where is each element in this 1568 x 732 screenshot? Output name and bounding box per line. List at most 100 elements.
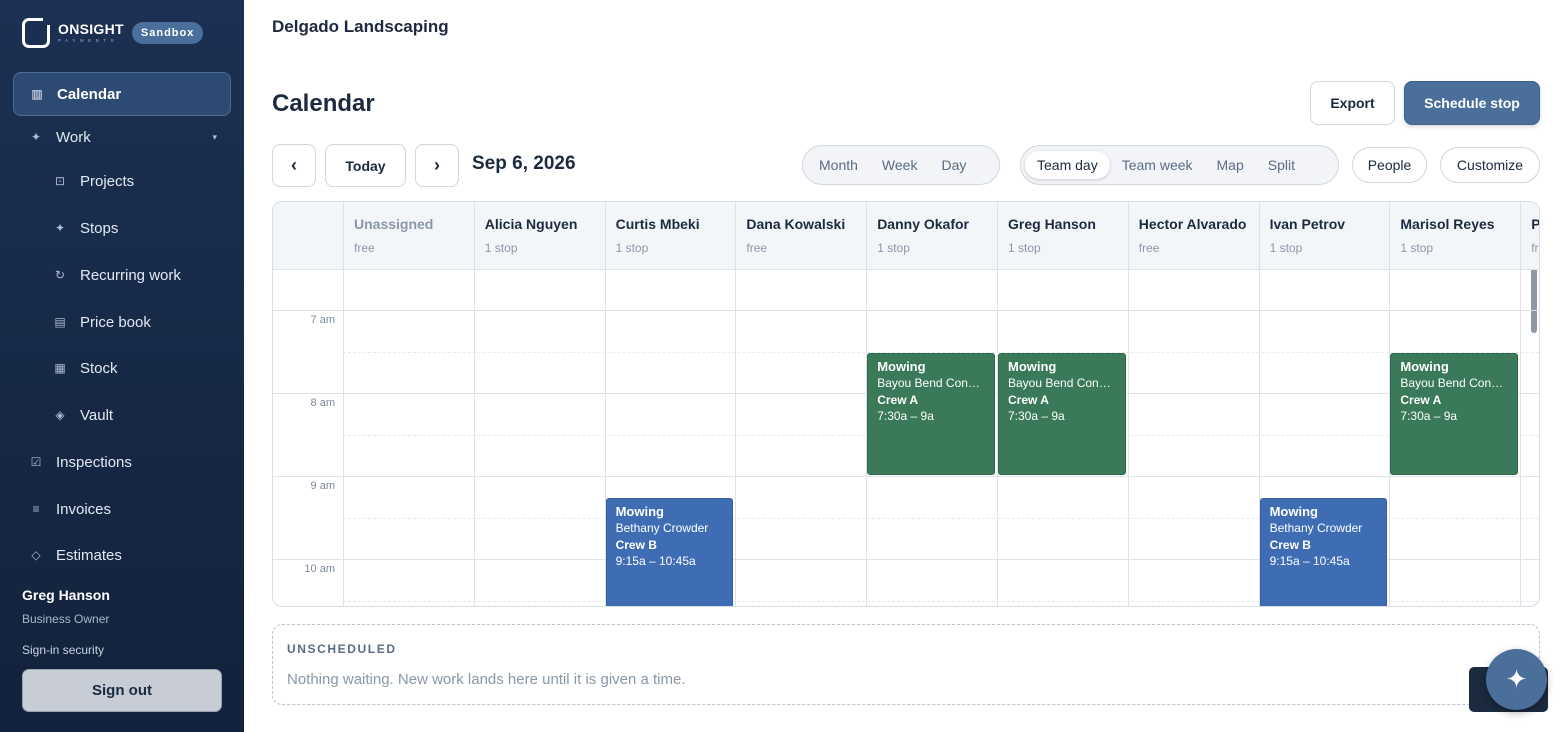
sidebar-item-stops[interactable]: ✦ Stops [13, 206, 231, 250]
sandbox-badge: Sandbox [131, 22, 204, 44]
user-role: Business Owner [22, 612, 110, 626]
column-header[interactable]: Danny Okafor 1 stop [866, 202, 997, 269]
column-header[interactable]: Ivan Petrov 1 stop [1258, 202, 1390, 269]
event-crew: Crew A [1008, 392, 1049, 407]
view-team-week-tab[interactable]: Team week [1110, 151, 1205, 179]
sidebar-item-stock[interactable]: ▦ Stock [13, 346, 231, 390]
event-title: Mowing [1269, 503, 1318, 519]
column-stop-count: free [354, 241, 375, 255]
event-title: Mowing [1400, 358, 1449, 374]
sidebar-item-label: Work [56, 128, 91, 146]
sidebar-item-projects[interactable]: ⊡ Projects [13, 159, 231, 203]
calendar-event[interactable]: Mowing Bayou Bend Condominiums Crew A 7:30a… [1390, 352, 1519, 475]
customize-button[interactable]: Customize [1440, 147, 1540, 183]
sidebar-item-inspections[interactable]: ☑ Inspections [13, 440, 231, 484]
event-title: Mowing [877, 358, 926, 374]
column-name: P [1531, 216, 1540, 232]
column-header[interactable]: Pfr [1520, 202, 1540, 269]
sidebar: ONSIGHT PAYMENTS Sandbox ▥ Calendar ✦ Wo… [0, 0, 244, 732]
sidebar-item-recurring-work[interactable]: ↻ Recurring work [13, 253, 231, 297]
column-stop-count: 1 stop [1008, 241, 1041, 255]
event-crew: Crew A [1400, 392, 1442, 407]
schedule-stop-button[interactable]: Schedule stop [1404, 81, 1540, 125]
folder-icon: ⊡ [54, 174, 66, 188]
grid-icon: ▦ [54, 361, 66, 375]
event-client: Bethany Crowder [615, 521, 709, 536]
unscheduled-panel: UNSCHEDULED Nothing waiting. New work la… [272, 624, 1540, 705]
column-header[interactable]: Curtis Mbeki 1 stop [604, 202, 736, 269]
hour-label: 9 am [310, 480, 335, 492]
event-crew: Crew B [1269, 537, 1311, 552]
sidebar-item-label: Stops [80, 219, 119, 237]
sidebar-item-label: Estimates [56, 546, 122, 564]
column-stop-count: 1 stop [484, 241, 518, 255]
column-divider [343, 269, 344, 606]
sidebar-item-label: Projects [80, 172, 135, 190]
event-client: Bethany Crowder [1269, 521, 1363, 536]
sidebar-item-price-book[interactable]: ▤ Price book [13, 300, 231, 344]
export-button[interactable]: Export [1310, 81, 1395, 125]
sign-out-button[interactable]: Sign out [22, 669, 222, 712]
column-header[interactable]: Hector Alvarado free [1127, 202, 1259, 269]
team-view-switcher: Team day Team week Map Split [1020, 145, 1339, 185]
event-title: Mowing [615, 503, 664, 519]
chevron-down-icon: ▾ [212, 131, 217, 142]
column-header[interactable]: Alicia Nguyen 1 stop [473, 202, 605, 269]
column-name: Marisol Reyes [1400, 216, 1495, 232]
sidebar-item-calendar[interactable]: ▥ Calendar [13, 72, 231, 116]
list-icon: ≡ [32, 502, 40, 516]
column-header[interactable]: Dana Kowalski free [735, 202, 867, 269]
calendar-event[interactable]: Mowing Bayou Bend Condominiums Crew A 7:30a… [998, 352, 1126, 475]
column-stop-count: 1 stop [1269, 241, 1303, 255]
event-time: 9:15a – 10:45a [1269, 554, 1350, 569]
prev-day-button[interactable]: ‹ [272, 144, 316, 187]
column-header[interactable]: Unassigned free [343, 202, 474, 269]
calendar-event[interactable]: Mowing Bethany Crowder Crew B 9:15a – 10:45… [605, 497, 734, 606]
calendar-event[interactable]: Mowing Bethany Crowder Crew B 9:15a – 10:45… [1259, 497, 1388, 606]
sidebar-item-estimates[interactable]: ◇ Estimates [13, 533, 231, 577]
next-day-button[interactable]: › [415, 144, 459, 187]
sidebar-item-vault[interactable]: ◈ Vault [13, 393, 231, 437]
view-week-tab[interactable]: Week [870, 151, 930, 179]
sidebar-item-label: Calendar [57, 85, 122, 103]
today-button[interactable]: Today [325, 144, 406, 187]
view-month-tab[interactable]: Month [807, 151, 870, 179]
hour-label: 7 am [310, 314, 335, 326]
event-client: Bayou Bend Condominiums [1008, 376, 1116, 390]
event-title: Mowing [1008, 358, 1057, 374]
event-client: Bayou Bend Condominiums [1400, 376, 1508, 390]
column-name: Alicia Nguyen [484, 216, 578, 232]
column-header[interactable]: Greg Hanson 1 stop [997, 202, 1128, 269]
sidebar-item-work[interactable]: ✦ Work ▾ [13, 115, 231, 159]
event-client: Bayou Bend Condominiums [877, 376, 985, 390]
column-name: Greg Hanson [1008, 216, 1096, 232]
team-day-calendar: Unassigned free Alicia Nguyen 1 stop Curtis … [272, 201, 1540, 607]
event-time: 7:30a – 9a [877, 409, 934, 423]
sidebar-item-invoices[interactable]: ≡ Invoices [13, 487, 231, 531]
people-button[interactable]: People [1352, 147, 1427, 183]
column-divider [1520, 269, 1522, 606]
view-team-day-tab[interactable]: Team day [1025, 151, 1110, 179]
sparkle-icon: ✦ [1505, 664, 1528, 694]
sidebar-item-label: Recurring work [80, 266, 181, 284]
view-map-tab[interactable]: Map [1205, 151, 1256, 179]
view-day-tab[interactable]: Day [929, 151, 978, 179]
column-name: Ivan Petrov [1269, 216, 1346, 232]
page-title: Calendar [272, 90, 375, 117]
row-divider [273, 269, 1539, 270]
column-header[interactable]: Marisol Reyes 1 stop [1389, 202, 1521, 269]
sidebar-item-label: Vault [80, 406, 114, 424]
view-split-tab[interactable]: Split [1256, 151, 1307, 179]
calendar-event[interactable]: Mowing Bayou Bend Condominiums Crew A 7:30a… [867, 352, 995, 475]
unscheduled-title: UNSCHEDULED [287, 642, 397, 656]
event-time: 7:30a – 9a [1400, 409, 1458, 423]
column-stop-count: fr [1531, 241, 1539, 255]
column-stop-count: 1 stop [615, 241, 649, 255]
sign-in-security-link[interactable]: Sign-in security [22, 643, 104, 657]
event-crew: Crew B [615, 537, 657, 552]
brand: ONSIGHT PAYMENTS Sandbox [22, 16, 204, 48]
assistant-button[interactable]: ✦ [1486, 649, 1547, 710]
event-time: 9:15a – 10:45a [615, 554, 696, 569]
sidebar-item-label: Inspections [56, 453, 132, 471]
hour-label: 10 am [304, 563, 335, 575]
